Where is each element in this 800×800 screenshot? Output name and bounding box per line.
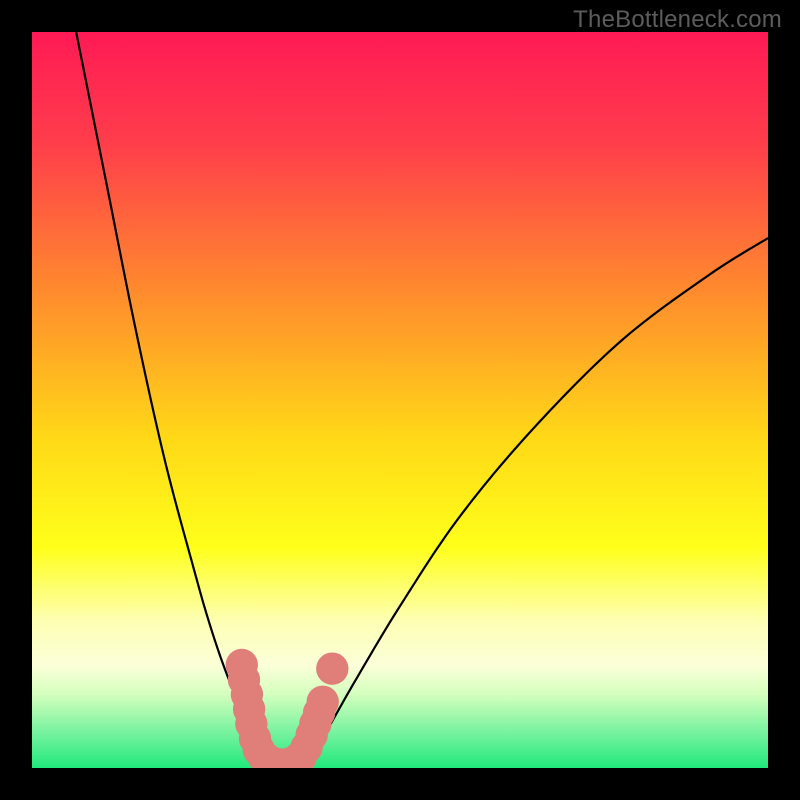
plot-area — [32, 32, 768, 768]
marker-dot — [316, 652, 348, 684]
watermark-label: TheBottleneck.com — [573, 6, 782, 34]
chart-frame: TheBottleneck.com — [0, 0, 800, 800]
gradient-background — [32, 32, 768, 768]
marker-dot — [307, 686, 339, 718]
bottleneck-chart — [32, 32, 768, 768]
